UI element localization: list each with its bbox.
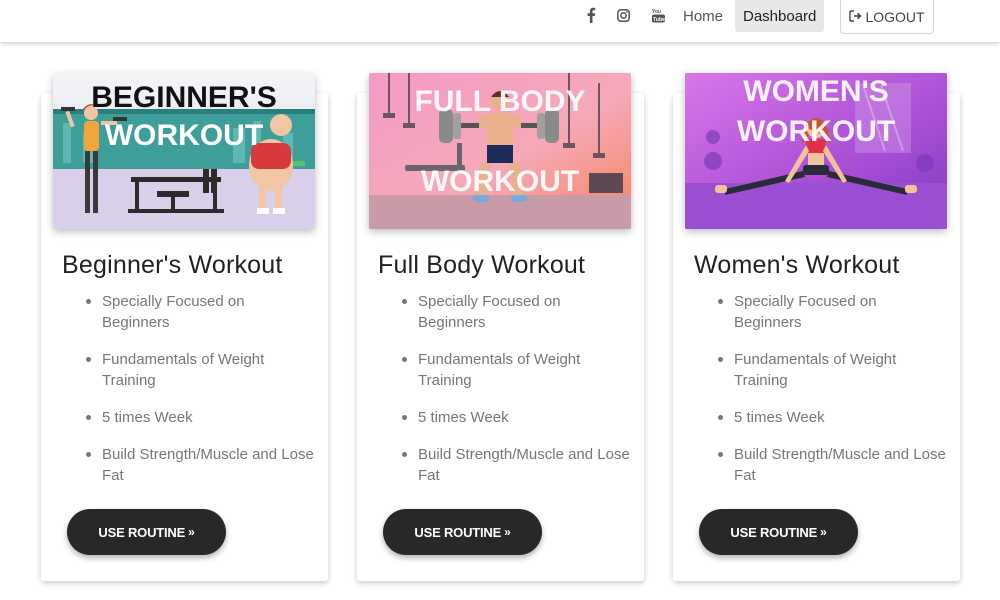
use-routine-button[interactable]: USE ROUTINE » [67,509,226,555]
double-chevron-right-icon: » [820,525,827,539]
list-item: 5 times Week [718,407,948,428]
feature-list: Specially Focused on Beginners Fundament… [718,291,948,502]
list-item: Build Strength/Muscle and Lose Fat [718,444,948,486]
use-routine-button[interactable]: USE ROUTINE » [383,509,542,555]
beginner-workout-image: BEGINNER'S WORKOUT [53,73,315,229]
nav-dashboard-link[interactable]: Dashboard [735,0,825,32]
list-item: Specially Focused on Beginners [86,291,316,333]
list-item: Fundamentals of Weight Training [86,349,316,391]
button-label: USE ROUTINE [98,524,186,540]
image-title-line2: WORKOUT [421,165,579,198]
use-routine-button[interactable]: USE ROUTINE » [699,509,858,555]
button-label: USE ROUTINE [730,524,818,540]
logout-button[interactable]: LOGOUT [840,0,934,34]
svg-text:You: You [652,9,661,15]
youtube-icon[interactable]: You Tube [650,6,666,24]
card-title: Beginner's Workout [62,251,283,279]
button-label: USE ROUTINE [414,524,502,540]
list-item: Build Strength/Muscle and Lose Fat [402,444,632,486]
list-item: Fundamentals of Weight Training [718,349,948,391]
card-title: Full Body Workout [378,251,586,279]
image-title-line2: WORKOUT [737,115,895,148]
womens-workout-image: WOMEN'S WORKOUT [685,73,947,229]
image-title-line1: FULL BODY [414,85,585,118]
logout-label: LOGOUT [865,8,925,25]
sign-out-icon [849,9,862,25]
list-item: Specially Focused on Beginners [402,291,632,333]
nav-home-link[interactable]: Home [683,0,723,32]
list-item: Specially Focused on Beginners [718,291,948,333]
image-title-line1: WOMEN'S [743,75,888,108]
image-title-line2: WORKOUT [105,119,263,152]
full-body-workout-image: FULL BODY WORKOUT [369,73,631,229]
card-title: Women's Workout [694,251,900,279]
list-item: Fundamentals of Weight Training [402,349,632,391]
feature-list: Specially Focused on Beginners Fundament… [402,291,632,502]
list-item: 5 times Week [402,407,632,428]
list-item: 5 times Week [86,407,316,428]
double-chevron-right-icon: » [504,525,511,539]
top-navbar: You Tube Home Dashboard LOGOUT [0,0,1000,42]
instagram-icon[interactable] [615,6,631,24]
svg-text:Tube: Tube [653,16,665,22]
feature-list: Specially Focused on Beginners Fundament… [86,291,316,502]
image-title-line1: BEGINNER'S [91,81,277,114]
facebook-icon[interactable] [583,6,599,24]
list-item: Build Strength/Muscle and Lose Fat [86,444,316,486]
double-chevron-right-icon: » [188,525,195,539]
